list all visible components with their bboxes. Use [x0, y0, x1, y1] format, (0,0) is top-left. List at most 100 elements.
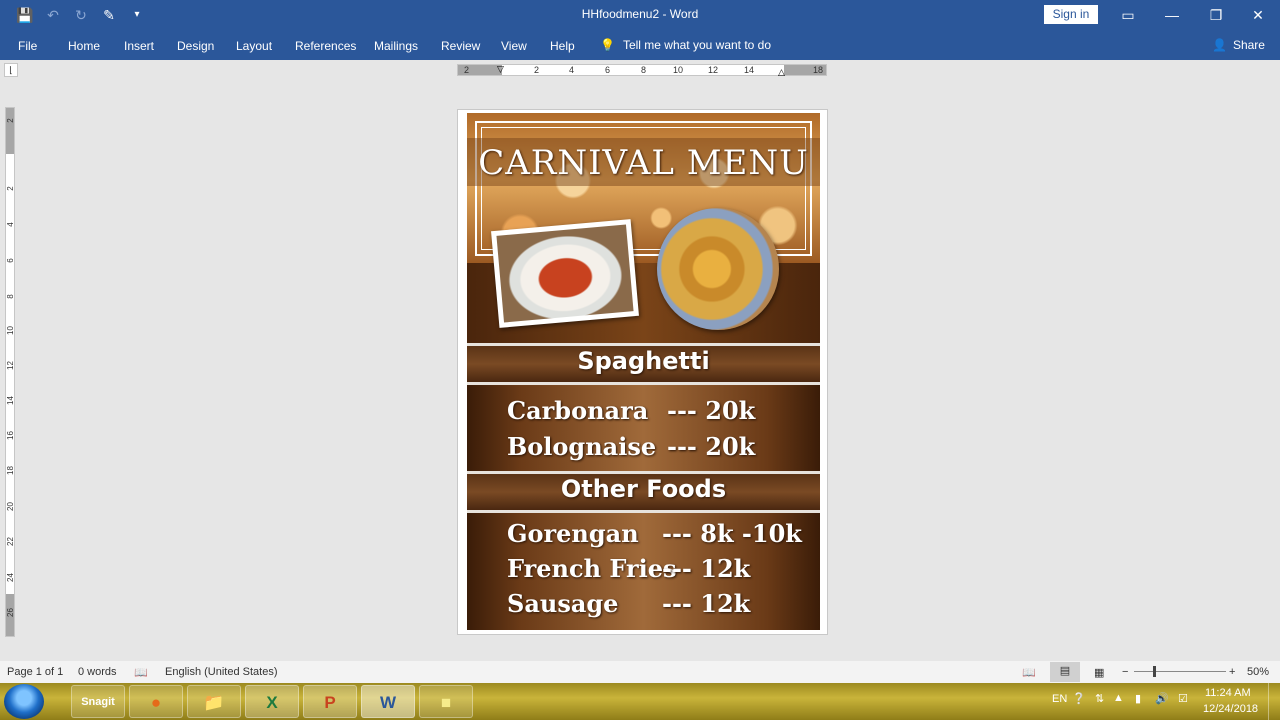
zoom-level[interactable]: 50%	[1247, 666, 1269, 678]
battery-icon[interactable]: ▮	[1135, 692, 1141, 720]
poster-title: CARNIVAL MENU	[478, 143, 809, 183]
web-layout-icon[interactable]: ▦	[1094, 666, 1104, 679]
ribbon-display-options-icon[interactable]: ▭	[1106, 0, 1150, 30]
title-bar: 💾 ↶ ↻ ✎ ▾ HHfoodmenu2 - Word Sign in ▭ —…	[0, 0, 1280, 30]
tab-design[interactable]: Design	[177, 39, 214, 53]
show-hidden-icons-icon[interactable]: ▲	[1113, 692, 1124, 720]
ruler-label: 2	[464, 65, 470, 75]
action-center-icon[interactable]: ☑	[1178, 692, 1188, 720]
section-heading-other-foods: Other Foods	[560, 475, 727, 503]
network-icon[interactable]: ⇅	[1095, 692, 1104, 720]
ruler-label: 4	[6, 222, 15, 227]
ruler-label: 2	[6, 118, 15, 123]
ribbon-tabs: File Home Insert Design Layout Reference…	[0, 30, 1280, 60]
input-language[interactable]: EN	[1052, 693, 1067, 720]
zoom-slider[interactable]	[1134, 671, 1226, 672]
tab-insert[interactable]: Insert	[124, 39, 154, 53]
ruler-label: 10	[673, 65, 684, 75]
fried-food-photo	[657, 208, 779, 330]
taskbar-app-snagit[interactable]: Snagit	[71, 685, 125, 718]
spaghetti-photo	[491, 219, 639, 328]
minimize-icon[interactable]: —	[1150, 0, 1194, 30]
menu-item-price: --- 20k	[667, 396, 756, 425]
ruler-label: 22	[6, 537, 15, 546]
tab-home[interactable]: Home	[68, 39, 100, 53]
ruler-label: 20	[6, 502, 15, 511]
document-page[interactable]: CARNIVAL MENU Spaghetti Carbonara --- 20…	[457, 109, 828, 635]
sticky-notes-icon[interactable]: ■	[419, 685, 473, 718]
ruler-label: 2	[534, 65, 540, 75]
ruler-label: 18	[6, 466, 15, 475]
tab-file[interactable]: File	[18, 39, 37, 53]
tab-review[interactable]: Review	[441, 39, 480, 53]
ruler-label: 16	[6, 431, 15, 440]
section-heading-spaghetti: Spaghetti	[577, 347, 710, 375]
sign-in-button[interactable]: Sign in	[1044, 5, 1098, 24]
print-layout-icon[interactable]: ▤	[1050, 662, 1080, 682]
lightbulb-icon: 💡	[600, 38, 615, 52]
close-icon[interactable]: ✕	[1236, 0, 1280, 30]
person-icon: 👤	[1212, 38, 1227, 52]
menu-poster-image[interactable]: CARNIVAL MENU Spaghetti Carbonara --- 20…	[467, 113, 820, 630]
menu-item-price: --- 12k	[662, 589, 751, 618]
proofing-icon[interactable]: 📖	[134, 666, 148, 679]
ruler-label: 4	[569, 65, 575, 75]
zoom-out-icon[interactable]: −	[1122, 666, 1128, 678]
help-icon[interactable]: ❔	[1072, 692, 1086, 720]
language-indicator[interactable]: English (United States)	[165, 666, 278, 678]
menu-item-name: French Fries	[507, 554, 677, 583]
ruler-label: 12	[6, 361, 15, 370]
tab-mailings[interactable]: Mailings	[374, 39, 418, 53]
tab-references[interactable]: References	[295, 39, 356, 53]
ruler-label: 12	[708, 65, 719, 75]
right-indent-marker-icon[interactable]: △	[778, 67, 785, 78]
vertical-ruler[interactable]: 2 2 4 6 8 10 12 14 16 18 20 22 24 26	[5, 107, 15, 637]
tab-view[interactable]: View	[501, 39, 527, 53]
menu-item-price: --- 12k	[662, 554, 751, 583]
horizontal-ruler[interactable]: 2 2 4 6 8 10 12 14 18 ▽ △	[457, 64, 827, 78]
file-explorer-icon[interactable]: 📁	[187, 685, 241, 718]
ruler-label: 14	[6, 396, 15, 405]
firefox-icon[interactable]: ●	[129, 685, 183, 718]
clock-date[interactable]: 12/24/2018	[1203, 703, 1258, 720]
menu-item-name: Bolognaise	[507, 432, 657, 461]
menu-item-name: Carbonara	[507, 396, 649, 425]
tab-layout[interactable]: Layout	[236, 39, 272, 53]
ruler-label: 26	[6, 608, 15, 617]
status-bar: Page 1 of 1 0 words 📖 English (United St…	[0, 661, 1280, 683]
ruler-label: 14	[744, 65, 755, 75]
tab-help[interactable]: Help	[550, 39, 575, 53]
tell-me-label: Tell me what you want to do	[622, 38, 772, 52]
zoom-in-icon[interactable]: +	[1229, 666, 1235, 678]
tell-me-search[interactable]: 💡 Tell me what you want to do	[600, 38, 771, 52]
menu-item-name: Sausage	[507, 589, 619, 618]
ruler-label: 8	[641, 65, 647, 75]
ruler-label: 8	[6, 294, 15, 299]
taskbar: Snagit ● 📁 X P W ■ EN ❔ ⇅ ▲ ▮ 🔊 ☑ 11:24 …	[0, 683, 1280, 720]
show-desktop-button[interactable]	[1268, 683, 1280, 720]
indent-marker-icon[interactable]: ▽	[497, 64, 504, 75]
read-mode-icon[interactable]: 📖	[1022, 666, 1036, 679]
ruler-label: 24	[6, 573, 15, 582]
ruler-label: 2	[6, 186, 15, 191]
menu-item-price: --- 8k -10k	[662, 519, 802, 548]
volume-icon[interactable]: 🔊	[1155, 692, 1169, 720]
ruler-margin-top	[6, 108, 14, 154]
menu-item-name: Gorengan	[507, 519, 639, 548]
ruler-label: 10	[6, 326, 15, 335]
tab-selector[interactable]: ⌊	[4, 63, 18, 77]
share-button[interactable]: 👤 Share	[1212, 38, 1265, 52]
ruler-label: 6	[6, 258, 15, 263]
word-icon[interactable]: W	[361, 685, 415, 718]
page-count[interactable]: Page 1 of 1	[7, 666, 63, 678]
powerpoint-icon[interactable]: P	[303, 685, 357, 718]
zoom-slider-thumb[interactable]	[1153, 666, 1156, 677]
menu-item-price: --- 20k	[667, 432, 756, 461]
share-label: Share	[1232, 38, 1265, 52]
ruler-label: 18	[813, 65, 824, 75]
excel-icon[interactable]: X	[245, 685, 299, 718]
word-count[interactable]: 0 words	[78, 666, 117, 678]
restore-icon[interactable]: ❐	[1194, 0, 1238, 30]
ruler-label: 6	[605, 65, 611, 75]
start-button[interactable]	[4, 684, 44, 719]
